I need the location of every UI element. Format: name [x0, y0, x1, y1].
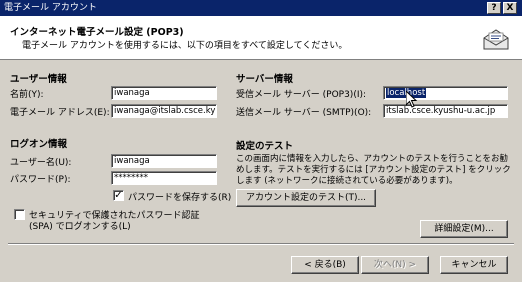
user-info-heading: ユーザー情報 [10, 74, 67, 85]
email-envelope-icon [483, 29, 509, 50]
incoming-server-field[interactable]: localhost [383, 86, 508, 100]
test-account-button[interactable]: アカウント設定のテスト(T)... [236, 189, 376, 207]
help-button[interactable]: ? [487, 2, 501, 14]
test-settings-heading: 設定のテスト [236, 141, 294, 152]
window-title: 電子メール アカウント [4, 3, 97, 13]
username-field[interactable]: iwanaga [111, 154, 217, 168]
password-field[interactable]: ******** [111, 171, 217, 185]
save-password-checkbox[interactable]: ✓ [113, 190, 124, 201]
close-button[interactable]: X [503, 2, 517, 14]
email-label: 電子メール アドレス(E): [10, 108, 110, 118]
email-field[interactable]: iwanaga@itslab.csce.kyu [111, 104, 217, 118]
server-info-heading: サーバー情報 [236, 74, 293, 85]
spa-label-line2: (SPA) でログオンする(L) [29, 222, 131, 232]
email-account-dialog: 電子メール アカウント ? X インターネット電子メール設定 (POP3) 電子… [0, 0, 522, 282]
username-label: ユーザー名(U): [10, 158, 72, 168]
spa-checkbox[interactable] [14, 209, 25, 220]
mouse-cursor-icon [406, 91, 418, 108]
name-field[interactable]: iwanaga [111, 86, 217, 100]
name-label: 名前(Y): [10, 90, 44, 100]
test-settings-description: この画面内に情報を入力したら、アカウントのテストを行うことをお勧めします。テスト… [236, 154, 511, 186]
divider [8, 243, 514, 245]
outgoing-server-field[interactable]: itslab.csce.kyushu-u.ac.jp [383, 104, 508, 118]
outgoing-server-label: 送信メール サーバー (SMTP)(O): [236, 108, 372, 118]
page-subtitle: 電子メール アカウントを使用するには、以下の項目をすべて設定してください。 [22, 41, 348, 51]
advanced-settings-button[interactable]: 詳細設定(M)... [420, 220, 508, 238]
incoming-server-label: 受信メール サーバー (POP3)(I): [236, 90, 367, 100]
save-password-label: パスワードを保存する(R) [128, 193, 232, 203]
logon-info-heading: ログオン情報 [10, 139, 68, 150]
back-button[interactable]: < 戻る(B) [291, 256, 359, 274]
password-label: パスワード(P): [10, 175, 71, 185]
title-bar: 電子メール アカウント ? X [0, 0, 522, 16]
wizard-header: インターネット電子メール設定 (POP3) 電子メール アカウントを使用するには… [0, 16, 522, 60]
cancel-button[interactable]: キャンセル [440, 256, 508, 274]
next-button[interactable]: 次へ(N) > [361, 256, 429, 274]
page-title: インターネット電子メール設定 (POP3) [10, 27, 184, 38]
